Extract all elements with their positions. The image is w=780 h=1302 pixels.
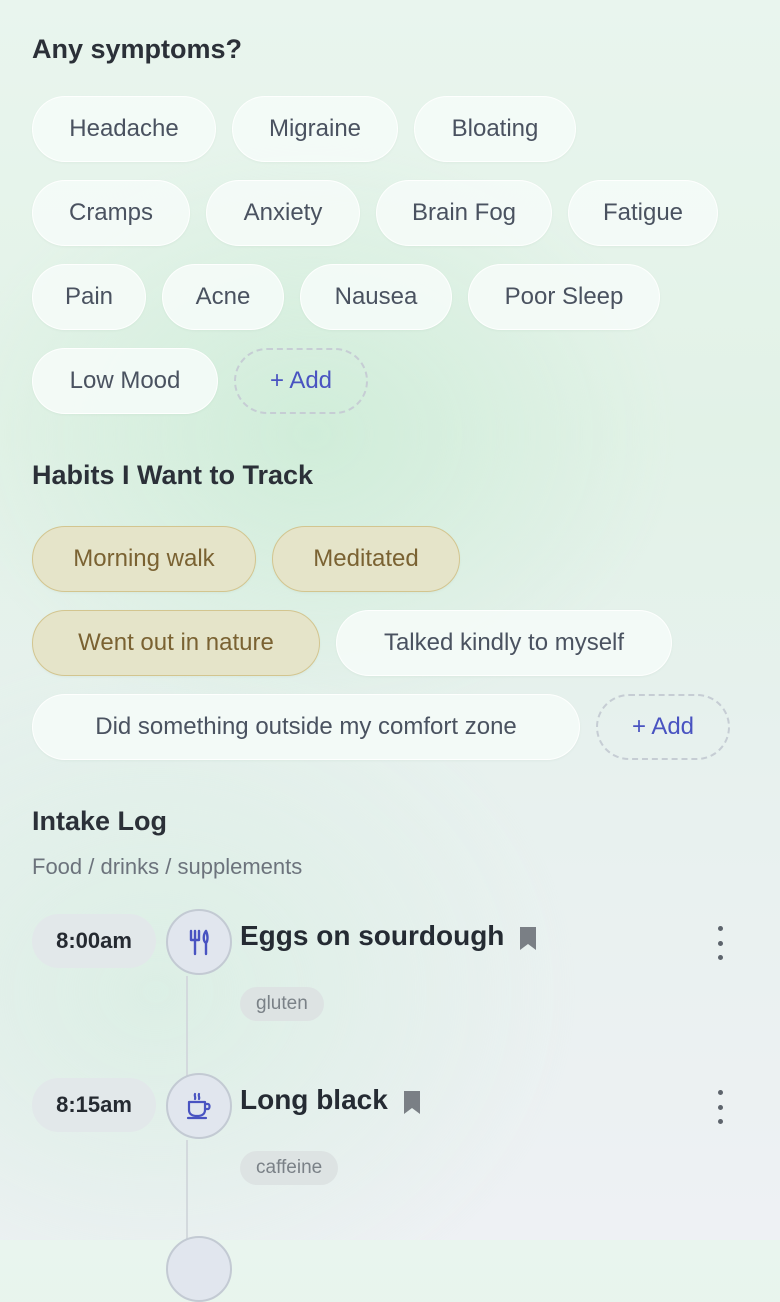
timeline-line	[186, 1140, 188, 1240]
next-entry-icon	[166, 1236, 232, 1302]
habits-title: Habits I Want to Track	[32, 460, 314, 490]
symptom-chip-low-mood[interactable]: Low Mood	[32, 348, 218, 414]
symptom-chip-fatigue[interactable]: Fatigue	[568, 180, 718, 246]
symptom-chip-anxiety[interactable]: Anxiety	[206, 180, 360, 246]
more-options-icon[interactable]	[706, 926, 734, 960]
habit-chip-talked-kindly[interactable]: Talked kindly to myself	[336, 610, 672, 676]
bookmark-icon[interactable]	[402, 1091, 422, 1115]
bookmark-icon[interactable]	[518, 927, 538, 951]
habit-chip-went-out-in-nature[interactable]: Went out in nature	[32, 610, 320, 676]
symptom-chip-acne[interactable]: Acne	[162, 264, 284, 330]
entry-title[interactable]: Eggs on sourdough	[240, 920, 504, 952]
symptom-chip-brain-fog[interactable]: Brain Fog	[376, 180, 552, 246]
coffee-cup-icon	[166, 1073, 232, 1139]
symptom-chip-nausea[interactable]: Nausea	[300, 264, 452, 330]
habit-chip-morning-walk[interactable]: Morning walk	[32, 526, 256, 592]
entry-time[interactable]: 8:00am	[32, 914, 156, 968]
symptom-chip-poor-sleep[interactable]: Poor Sleep	[468, 264, 660, 330]
fork-knife-icon	[166, 909, 232, 975]
entry-tag: caffeine	[240, 1151, 339, 1185]
entry-title[interactable]: Long black	[240, 1084, 388, 1116]
timeline-line	[186, 976, 188, 1076]
entry-tag: gluten	[240, 987, 324, 1021]
symptom-chip-pain[interactable]: Pain	[32, 264, 146, 330]
entry-time[interactable]: 8:15am	[32, 1078, 156, 1132]
add-habit-button[interactable]: + Add	[596, 694, 730, 760]
intake-subtitle: Food / drinks / supplements	[32, 854, 303, 879]
symptoms-title: Any symptoms?	[32, 34, 243, 64]
symptom-chip-cramps[interactable]: Cramps	[32, 180, 190, 246]
habit-chip-meditated[interactable]: Meditated	[272, 526, 460, 592]
symptom-chip-headache[interactable]: Headache	[32, 96, 216, 162]
intake-title: Intake Log	[32, 806, 168, 836]
more-options-icon[interactable]	[706, 1090, 734, 1124]
habit-chip-comfort-zone[interactable]: Did something outside my comfort zone	[32, 694, 580, 760]
symptom-chip-migraine[interactable]: Migraine	[232, 96, 398, 162]
add-symptom-button[interactable]: + Add	[234, 348, 368, 414]
symptom-chip-bloating[interactable]: Bloating	[414, 96, 576, 162]
